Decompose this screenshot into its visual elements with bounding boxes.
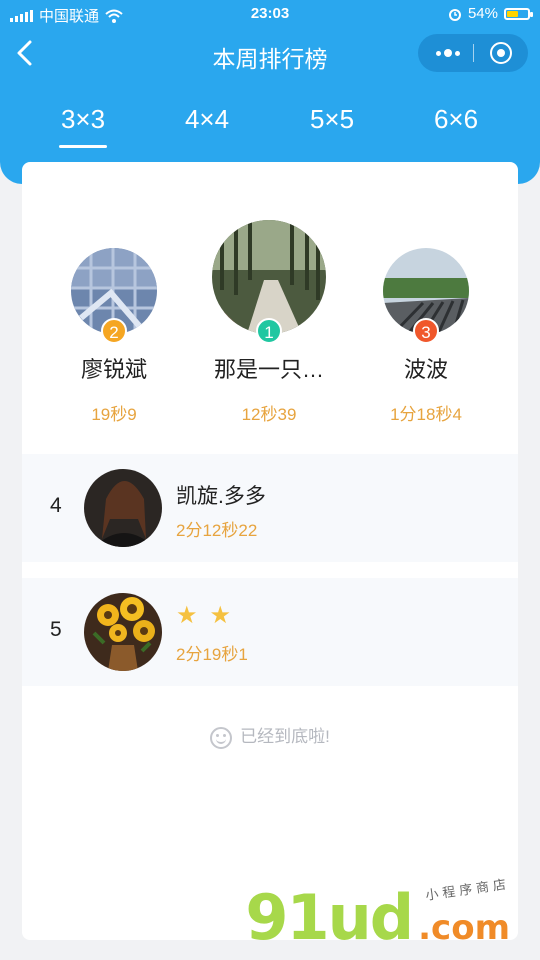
player-name-stars: ★ ★	[176, 604, 231, 628]
leaderboard-card: 2 廖锐斌 19秒9 1 那是一只… 12秒39 3 波波 1分18秒4 4 凯…	[22, 162, 518, 940]
avatar	[84, 593, 162, 671]
avatar	[84, 469, 162, 547]
capsule-divider	[473, 44, 474, 62]
watermark: 小程序商店 91ud .com	[245, 877, 511, 954]
player-name: 廖锐斌	[80, 357, 147, 382]
tab-label: 4×4	[184, 104, 230, 134]
miniapp-capsule	[418, 34, 528, 72]
tab-label: 6×6	[433, 104, 479, 134]
end-of-list-note: 已经到底啦!	[22, 722, 518, 749]
tab-label: 5×5	[309, 104, 355, 134]
active-tab-underline	[59, 145, 107, 148]
player-name: 凯旋.多多	[176, 485, 266, 508]
star-icon: ★	[209, 602, 232, 629]
player-name: 波波	[403, 357, 448, 382]
tab-6x6[interactable]: 6×6	[416, 104, 496, 135]
podium-third[interactable]: 3 波波 1分18秒4	[364, 248, 488, 425]
list-item[interactable]: 5 ★ ★ 2分19秒1	[22, 578, 518, 686]
podium-second[interactable]: 2 廖锐斌 19秒9	[52, 248, 176, 425]
more-icon[interactable]	[432, 46, 464, 60]
player-time: 2分12秒22	[176, 521, 258, 540]
tab-4x4[interactable]: 4×4	[167, 104, 247, 135]
watermark-suffix: .com	[418, 908, 510, 948]
player-time: 19秒9	[91, 405, 137, 424]
end-of-list-text: 已经到底啦!	[240, 727, 330, 746]
tab-3x3[interactable]: 3×3	[43, 104, 123, 148]
rank-badge: 1	[256, 318, 282, 344]
nav-bar: 本周排行榜	[0, 28, 540, 80]
avatar	[212, 220, 326, 334]
close-target-icon[interactable]	[490, 42, 512, 64]
rank-number: 5	[50, 618, 62, 641]
star-icon: ★	[176, 602, 198, 629]
rank-number: 4	[50, 494, 62, 517]
battery-icon	[504, 7, 533, 20]
status-bar: 中国联通 23:03 54%	[0, 4, 540, 26]
player-time: 12秒39	[241, 405, 297, 424]
player-time: 1分18秒4	[390, 405, 462, 424]
header: 中国联通 23:03 54% 本周排行榜 3×3 4×4 5×5 6×6	[0, 0, 540, 184]
tab-label: 3×3	[60, 104, 106, 134]
podium-first[interactable]: 1 那是一只… 12秒39	[204, 220, 334, 425]
rank-badge: 2	[101, 318, 127, 344]
smiley-icon	[210, 726, 233, 749]
watermark-main: 91ud	[245, 881, 414, 954]
alarm-icon	[448, 8, 461, 21]
list-item[interactable]: 4 凯旋.多多 2分12秒22	[22, 454, 518, 562]
size-tabs: 3×3 4×4 5×5 6×6	[0, 104, 540, 150]
battery-percent: 54%	[467, 5, 498, 22]
podium: 2 廖锐斌 19秒9 1 那是一只… 12秒39 3 波波 1分18秒4	[22, 162, 518, 452]
rank-badge: 3	[413, 318, 439, 344]
tab-5x5[interactable]: 5×5	[292, 104, 372, 135]
player-name: 那是一只…	[213, 357, 324, 382]
player-time: 2分19秒1	[176, 645, 248, 664]
